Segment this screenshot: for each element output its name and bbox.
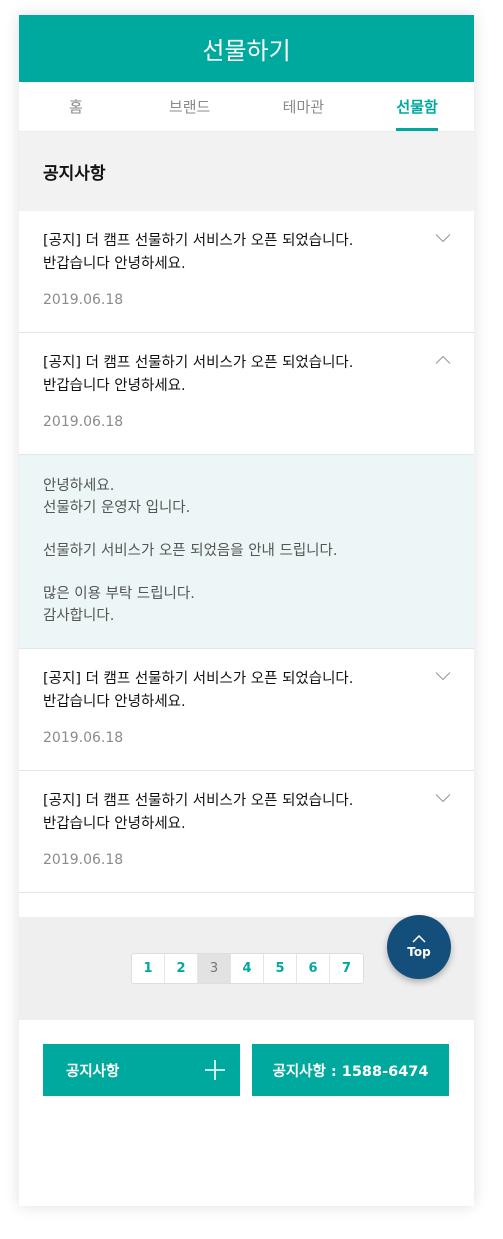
- notice-title: [공지] 더 캠프 선물하기 서비스가 오픈 되었습니다. 반갑습니다 안녕하세요…: [43, 230, 430, 276]
- notice-detail-line: 선물하기 서비스가 오픈 되었음을 안내 드립니다.: [43, 543, 338, 559]
- notice-detail: 안녕하세요. 선물하기 운영자 입니다. 선물하기 서비스가 오픈 되었음을 안내 …: [19, 455, 474, 649]
- tab-4[interactable]: 선물함: [360, 82, 474, 131]
- chevron-up-icon: [412, 935, 426, 943]
- page-4[interactable]: 4: [231, 954, 264, 983]
- page-7[interactable]: 7: [330, 954, 363, 983]
- footer-buttons: 공지사항 공지사항 : 1588-6474: [43, 1044, 449, 1096]
- contact-phone-button[interactable]: 공지사항 : 1588-6474: [252, 1044, 449, 1096]
- notice-detail-line: 감사합니다.: [43, 608, 115, 624]
- notice-title-line: [공지] 더 캠프 선물하기 서비스가 오픈 되었습니다.: [43, 233, 354, 249]
- notice-item[interactable]: [공지] 더 캠프 선물하기 서비스가 오픈 되었습니다. 반갑습니다 안녕하세요…: [19, 333, 474, 455]
- notice-date: 2019.06.18: [43, 852, 124, 868]
- notice-title: [공지] 더 캠프 선물하기 서비스가 오픈 되었습니다. 반갑습니다 안녕하세요…: [43, 668, 430, 714]
- notice-title-line: [공지] 더 캠프 선물하기 서비스가 오픈 되었습니다.: [43, 671, 354, 687]
- notice-title: [공지] 더 캠프 선물하기 서비스가 오픈 되었습니다. 반갑습니다 안녕하세요…: [43, 352, 430, 398]
- page-2[interactable]: 2: [165, 954, 198, 983]
- chevron-down-icon: [435, 794, 451, 803]
- section-title: 공지사항: [19, 132, 474, 211]
- notice-list: [공지] 더 캠프 선물하기 서비스가 오픈 되었습니다. 반갑습니다 안녕하세요…: [19, 211, 474, 893]
- notice-button[interactable]: 공지사항: [43, 1044, 240, 1096]
- contact-phone-label: 공지사항 : 1588-6474: [272, 1063, 429, 1080]
- notice-date: 2019.06.18: [43, 730, 124, 746]
- notice-title: [공지] 더 캠프 선물하기 서비스가 오픈 되었습니다. 반갑습니다 안녕하세요…: [43, 790, 430, 836]
- app-screen: 선물하기 홈 브랜드 테마관 선물함 공지사항 [공지] 더 캠프 선물하기 서비스가…: [19, 15, 474, 1206]
- page-3[interactable]: 3: [198, 954, 231, 983]
- notice-detail-line: 많은 이용 부탁 드립니다.: [43, 586, 195, 602]
- tab-1[interactable]: 홈: [19, 82, 133, 131]
- page-6[interactable]: 6: [297, 954, 330, 983]
- notice-title-line: [공지] 더 캠프 선물하기 서비스가 오픈 되었습니다.: [43, 355, 354, 371]
- page-5[interactable]: 5: [264, 954, 297, 983]
- notice-date: 2019.06.18: [43, 414, 124, 430]
- page-1[interactable]: 1: [132, 954, 165, 983]
- chevron-down-icon: [435, 234, 451, 243]
- list-spacer: [19, 893, 474, 917]
- tab-bar: 홈 브랜드 테마관 선물함: [19, 82, 474, 132]
- pagination: 1234567: [131, 953, 364, 984]
- tab-2[interactable]: 브랜드: [133, 82, 247, 131]
- notice-title-line: [공지] 더 캠프 선물하기 서비스가 오픈 되었습니다.: [43, 793, 354, 809]
- notice-detail-line: 안녕하세요.: [43, 478, 115, 494]
- notice-title-line: 반갑습니다 안녕하세요.: [43, 694, 186, 710]
- notice-item[interactable]: [공지] 더 캠프 선물하기 서비스가 오픈 되었습니다. 반갑습니다 안녕하세요…: [19, 771, 474, 893]
- pagination-area: 1234567 Top: [19, 915, 474, 1020]
- notice-item[interactable]: [공지] 더 캠프 선물하기 서비스가 오픈 되었습니다. 반갑습니다 안녕하세요…: [19, 211, 474, 333]
- app-header: 선물하기: [19, 15, 474, 82]
- page-title: 선물하기: [202, 37, 291, 65]
- plus-icon: [205, 1060, 225, 1080]
- chevron-up-icon: [435, 355, 451, 364]
- notice-detail-line: 선물하기 운영자 입니다.: [43, 500, 191, 516]
- notice-button-label: 공지사항: [66, 1063, 120, 1080]
- notice-item[interactable]: [공지] 더 캠프 선물하기 서비스가 오픈 되었습니다. 반갑습니다 안녕하세요…: [19, 649, 474, 771]
- notice-title-line: 반갑습니다 안녕하세요.: [43, 816, 186, 832]
- scroll-top-button[interactable]: Top: [387, 915, 451, 979]
- chevron-down-icon: [435, 672, 451, 681]
- tab-3[interactable]: 테마관: [247, 82, 361, 131]
- notice-title-line: 반갑습니다 안녕하세요.: [43, 256, 186, 272]
- scroll-top-label: Top: [407, 945, 431, 959]
- notice-date: 2019.06.18: [43, 292, 124, 308]
- notice-title-line: 반갑습니다 안녕하세요.: [43, 378, 186, 394]
